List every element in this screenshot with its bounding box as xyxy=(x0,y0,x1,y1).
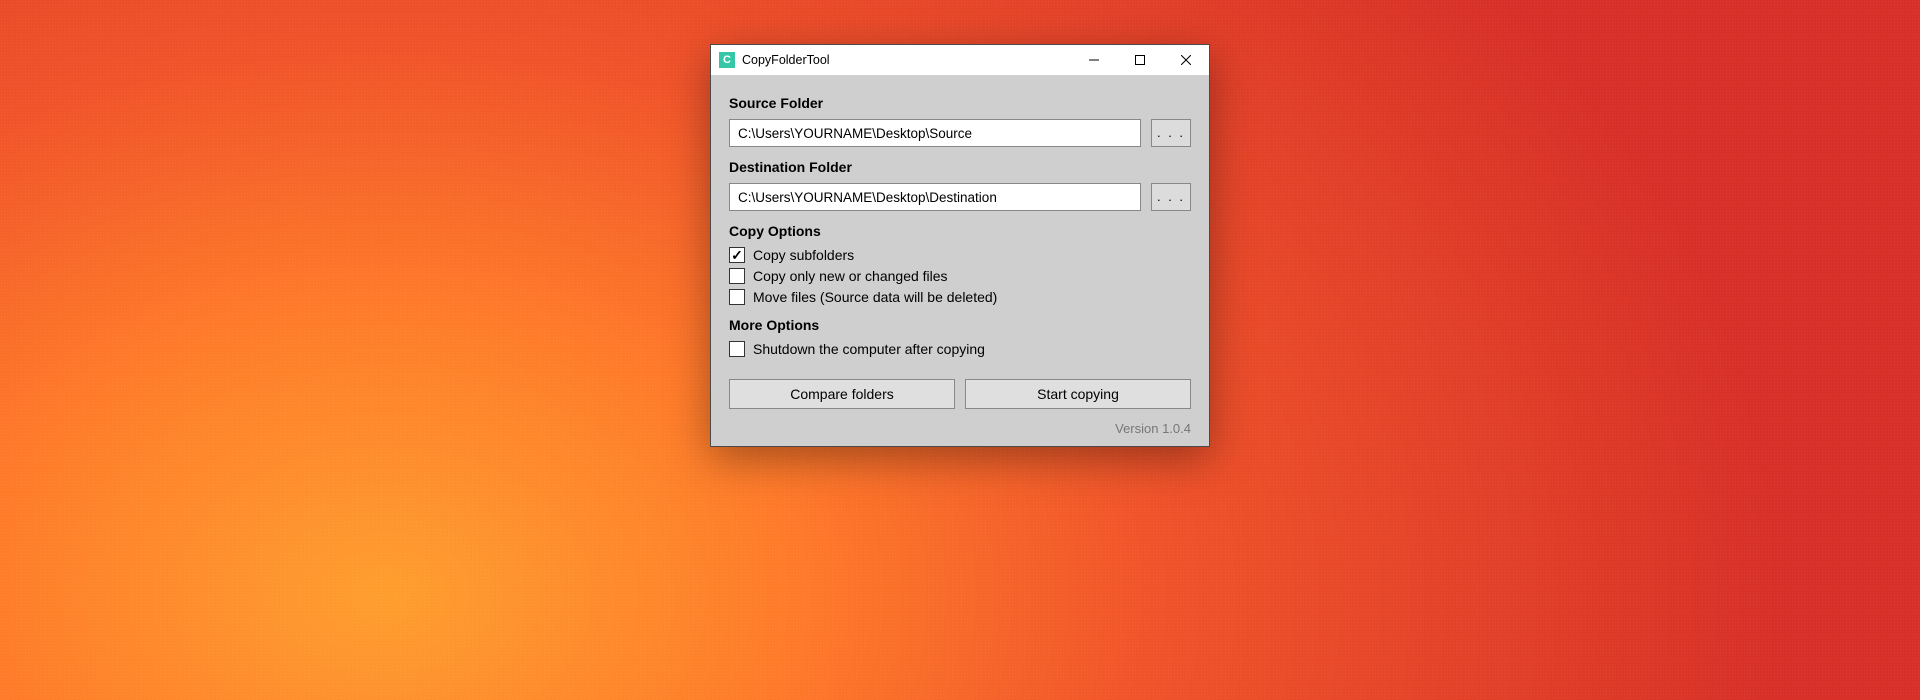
copy-new-changed-row[interactable]: Copy only new or changed files xyxy=(729,268,1191,284)
more-options-heading: More Options xyxy=(729,317,1191,333)
move-files-label: Move files (Source data will be deleted) xyxy=(753,289,997,305)
copy-subfolders-label: Copy subfolders xyxy=(753,247,854,263)
action-button-row: Compare folders Start copying xyxy=(729,379,1191,409)
copy-options-heading: Copy Options xyxy=(729,223,1191,239)
move-files-checkbox[interactable] xyxy=(729,289,745,305)
copy-subfolders-checkbox[interactable] xyxy=(729,247,745,263)
source-folder-input[interactable] xyxy=(729,119,1141,147)
destination-folder-label: Destination Folder xyxy=(729,159,1191,175)
compare-folders-button[interactable]: Compare folders xyxy=(729,379,955,409)
shutdown-label: Shutdown the computer after copying xyxy=(753,341,985,357)
start-copying-button[interactable]: Start copying xyxy=(965,379,1191,409)
window-controls xyxy=(1071,45,1209,75)
move-files-row[interactable]: Move files (Source data will be deleted) xyxy=(729,289,1191,305)
source-folder-row: . . . xyxy=(729,119,1191,147)
copy-subfolders-row[interactable]: Copy subfolders xyxy=(729,247,1191,263)
copy-new-changed-label: Copy only new or changed files xyxy=(753,268,948,284)
version-label: Version 1.0.4 xyxy=(729,421,1191,436)
destination-browse-button[interactable]: . . . xyxy=(1151,183,1191,211)
titlebar: C CopyFolderTool xyxy=(711,45,1209,75)
app-icon: C xyxy=(719,52,735,68)
source-folder-label: Source Folder xyxy=(729,95,1191,111)
close-button[interactable] xyxy=(1163,45,1209,75)
maximize-button[interactable] xyxy=(1117,45,1163,75)
app-window: C CopyFolderTool Source Folder . . . Des… xyxy=(710,44,1210,447)
shutdown-checkbox[interactable] xyxy=(729,341,745,357)
minimize-button[interactable] xyxy=(1071,45,1117,75)
copy-new-changed-checkbox[interactable] xyxy=(729,268,745,284)
window-body: Source Folder . . . Destination Folder .… xyxy=(711,75,1209,446)
shutdown-row[interactable]: Shutdown the computer after copying xyxy=(729,341,1191,357)
window-title: CopyFolderTool xyxy=(742,53,1071,67)
destination-folder-input[interactable] xyxy=(729,183,1141,211)
destination-folder-row: . . . xyxy=(729,183,1191,211)
source-browse-button[interactable]: . . . xyxy=(1151,119,1191,147)
